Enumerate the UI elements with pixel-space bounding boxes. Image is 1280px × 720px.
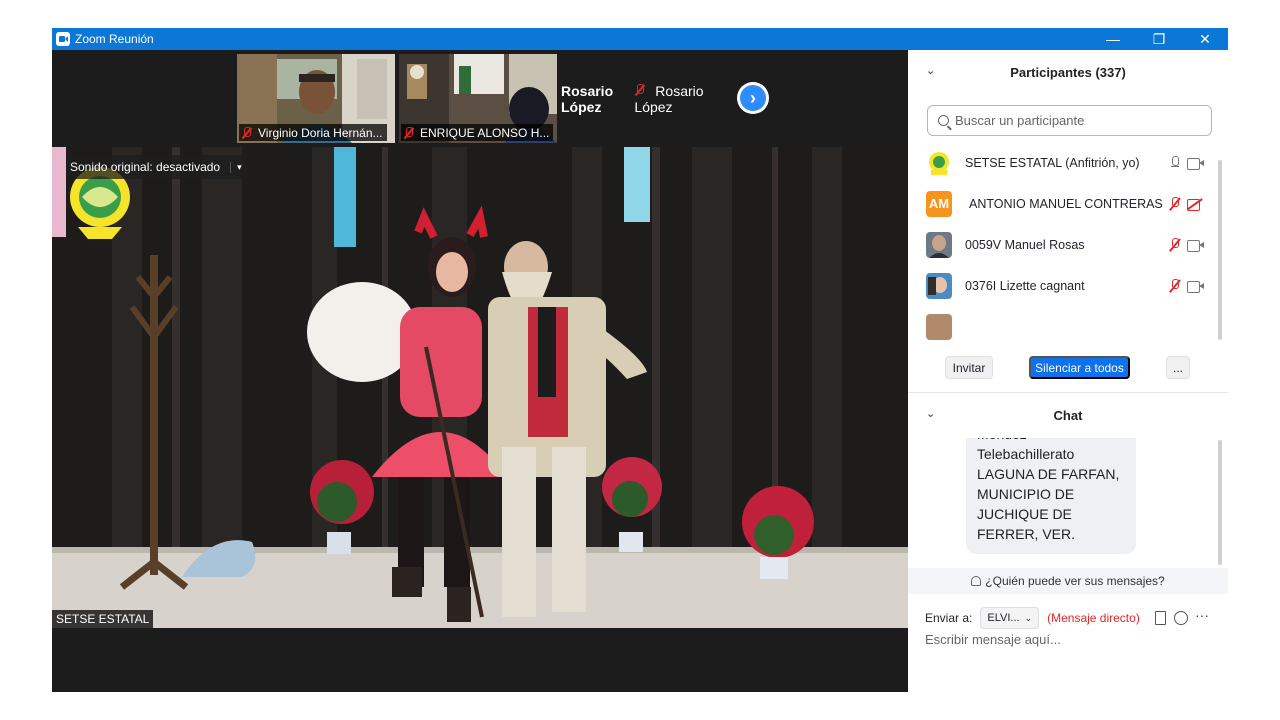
microphone-muted-icon[interactable] bbox=[1169, 196, 1181, 211]
collapse-chevron-icon[interactable]: ⌄ bbox=[926, 64, 935, 77]
search-icon bbox=[938, 115, 949, 126]
chat-compose[interactable] bbox=[925, 632, 1215, 656]
avatar bbox=[926, 149, 952, 176]
video-tile-enrique[interactable]: ENRIQUE ALONSO H... bbox=[399, 54, 557, 143]
video-tile-virginio[interactable]: Virginio Doria Hernán... bbox=[237, 54, 395, 143]
tile-display-name: Rosario López bbox=[561, 82, 614, 115]
emoji-icon[interactable] bbox=[1174, 611, 1188, 625]
microphone-muted-icon[interactable] bbox=[1169, 278, 1181, 293]
window-title: Zoom Reunión bbox=[75, 32, 154, 46]
who-can-see-bar[interactable]: ¿Quién puede ver sus mensajes? bbox=[908, 568, 1228, 594]
mic-muted-icon bbox=[403, 127, 415, 139]
recipient-value: ELVI... bbox=[987, 612, 1020, 624]
chat-header: ⌄ Chat bbox=[908, 393, 1228, 437]
chat-input[interactable] bbox=[925, 632, 1215, 656]
microphone-muted-icon[interactable] bbox=[1169, 237, 1181, 252]
participant-row[interactable]: 0376I Lizette cagnant bbox=[908, 265, 1214, 306]
tile-name: Virginio Doria Hernán... bbox=[258, 126, 383, 140]
more-options-button[interactable]: ... bbox=[1166, 356, 1190, 379]
chat-message-bubble: Mendez Telebachillerato LAGUNA DE FARFAN… bbox=[966, 438, 1136, 554]
send-to-row: Enviar a: ELVI... ⌄ (Mensaje directo) ··… bbox=[925, 606, 1215, 630]
next-page-button[interactable]: › bbox=[737, 82, 769, 114]
participant-row[interactable]: AM ANTONIO MANUEL CONTRERAS bbox=[908, 183, 1214, 224]
who-can-see-label: ¿Quién puede ver sus mensajes? bbox=[985, 574, 1165, 588]
thumbnail-strip: Virginio Doria Hernán... ENRIQUE ALONSO … bbox=[52, 50, 908, 147]
direct-message-label: (Mensaje directo) bbox=[1047, 611, 1140, 625]
participant-name: SETSE ESTATAL (Anfitrión, yo) bbox=[965, 155, 1140, 170]
zoom-window: Zoom Reunión — ❐ ✕ Virginio Doria Hernán… bbox=[52, 28, 1228, 692]
invite-button[interactable]: Invitar bbox=[945, 356, 993, 379]
participant-scrollbar[interactable] bbox=[1218, 160, 1222, 340]
camera-icon[interactable] bbox=[1187, 239, 1205, 252]
original-sound-toggle[interactable]: Sonido original: desactivado ▾ bbox=[66, 155, 246, 179]
more-icon[interactable]: ··· bbox=[1195, 607, 1209, 623]
zoom-logo-icon bbox=[56, 32, 70, 46]
stage-scene bbox=[52, 147, 908, 628]
mic-muted-icon bbox=[241, 127, 253, 139]
avatar bbox=[926, 313, 952, 340]
participant-row[interactable]: SETSE ESTATAL (Anfitrión, yo) bbox=[908, 142, 1214, 183]
original-sound-label: Sonido original: desactivado bbox=[70, 160, 221, 174]
camera-icon[interactable] bbox=[1187, 157, 1205, 170]
participants-title: Participantes (337) bbox=[1010, 64, 1126, 80]
chat-scrollbar[interactable] bbox=[1218, 440, 1222, 565]
camera-icon[interactable] bbox=[1187, 280, 1205, 293]
recipient-select[interactable]: ELVI... ⌄ bbox=[980, 607, 1040, 629]
avatar bbox=[926, 231, 952, 258]
camera-off-icon[interactable] bbox=[1187, 198, 1205, 211]
tile-name: ENRIQUE ALONSO H... bbox=[420, 126, 550, 140]
chevron-down-icon: ⌄ bbox=[1024, 612, 1033, 623]
person-icon bbox=[971, 576, 982, 586]
active-speaker-video[interactable]: Sonido original: desactivado ▾ SETSE EST… bbox=[52, 147, 908, 628]
participant-row[interactable] bbox=[908, 306, 1214, 342]
mute-all-button[interactable]: Silenciar a todos bbox=[1029, 356, 1130, 379]
speaker-name-tag: SETSE ESTATAL bbox=[52, 610, 154, 628]
participant-name: ANTONIO MANUEL CONTRERAS bbox=[969, 196, 1163, 211]
restore-button[interactable]: ❐ bbox=[1136, 28, 1182, 50]
participant-row[interactable]: 0059V Manuel Rosas bbox=[908, 224, 1214, 265]
minimize-button[interactable]: — bbox=[1090, 28, 1136, 50]
microphone-icon[interactable] bbox=[1169, 155, 1181, 170]
close-button[interactable]: ✕ bbox=[1182, 28, 1228, 50]
participant-name: 0059V Manuel Rosas bbox=[965, 237, 1085, 252]
tile-name-tag: Rosario López bbox=[634, 83, 719, 115]
collapse-chevron-icon[interactable]: ⌄ bbox=[926, 407, 935, 420]
tile-name-tag: ENRIQUE ALONSO H... bbox=[401, 124, 554, 141]
chat-title: Chat bbox=[1053, 407, 1083, 423]
participant-list: SETSE ESTATAL (Anfitrión, yo) AM ANTONIO… bbox=[908, 142, 1214, 342]
avatar bbox=[926, 272, 952, 299]
video-tile-rosario[interactable]: Rosario López Rosario López bbox=[561, 54, 719, 143]
chevron-right-icon: › bbox=[740, 85, 766, 111]
participant-name: 0376I Lizette cagnant bbox=[965, 278, 1085, 293]
participant-search[interactable] bbox=[927, 105, 1212, 136]
search-input[interactable] bbox=[955, 113, 1195, 128]
mic-muted-icon bbox=[634, 83, 646, 96]
chevron-down-icon[interactable]: ▾ bbox=[230, 161, 242, 173]
tile-name-tag: Virginio Doria Hernán... bbox=[239, 124, 387, 141]
send-to-label: Enviar a: bbox=[925, 611, 973, 625]
participants-header: ⌄ Participantes (337) bbox=[908, 50, 1228, 94]
avatar: AM bbox=[926, 190, 952, 217]
chat-messages: Mendez Telebachillerato LAGUNA DE FARFAN… bbox=[908, 438, 1228, 568]
side-panel: ⌄ Participantes (337) SETSE ESTATAL (Anf… bbox=[908, 50, 1228, 692]
title-bar: Zoom Reunión — ❐ ✕ bbox=[52, 28, 1228, 50]
video-area: Virginio Doria Hernán... ENRIQUE ALONSO … bbox=[52, 50, 908, 692]
file-icon[interactable] bbox=[1155, 611, 1166, 625]
